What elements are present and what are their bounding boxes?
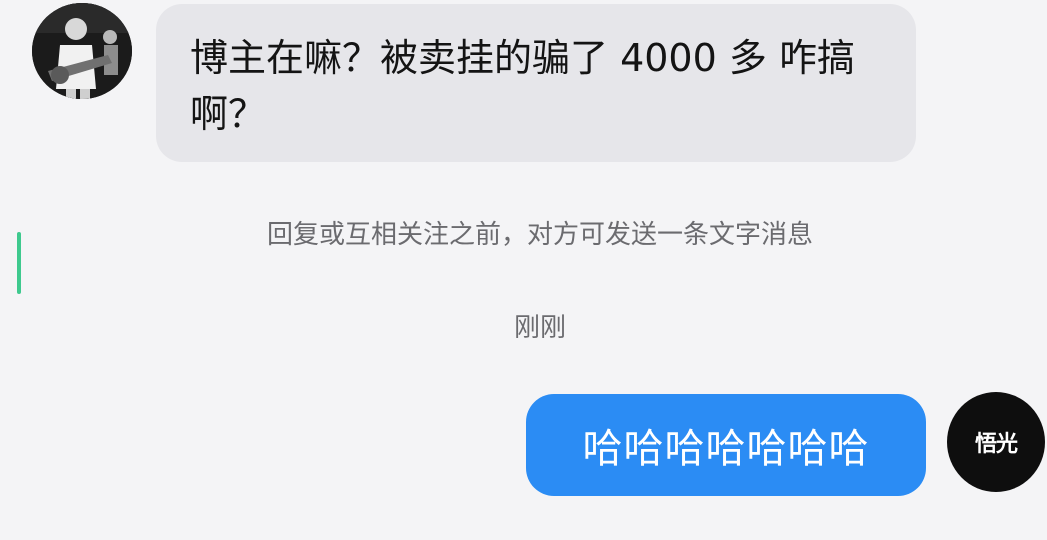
messaging-limit-notice: 回复或互相关注之前，对方可发送一条文字消息 (266, 220, 813, 250)
user-avatar[interactable]: 悟光 (947, 392, 1045, 492)
user-avatar-logo: 悟光 (974, 432, 1018, 457)
message-timestamp: 刚刚 (513, 313, 566, 343)
incoming-message-text: 博主在嘛？被卖挂的骗了 4000 多 咋搞啊？ (190, 36, 855, 136)
incoming-message-bubble[interactable]: 博主在嘛？被卖挂的骗了 4000 多 咋搞啊？ (156, 4, 916, 162)
outgoing-message-text: 哈哈哈哈哈哈哈 (582, 426, 870, 472)
chat-thread: 博主在嘛？被卖挂的骗了 4000 多 咋搞啊？ 回复或互相关注之前，对方可发送一… (0, 0, 1047, 540)
outgoing-message-bubble[interactable]: 哈哈哈哈哈哈哈 (526, 394, 926, 496)
sender-avatar-image (32, 3, 132, 99)
sender-avatar[interactable] (32, 3, 132, 99)
